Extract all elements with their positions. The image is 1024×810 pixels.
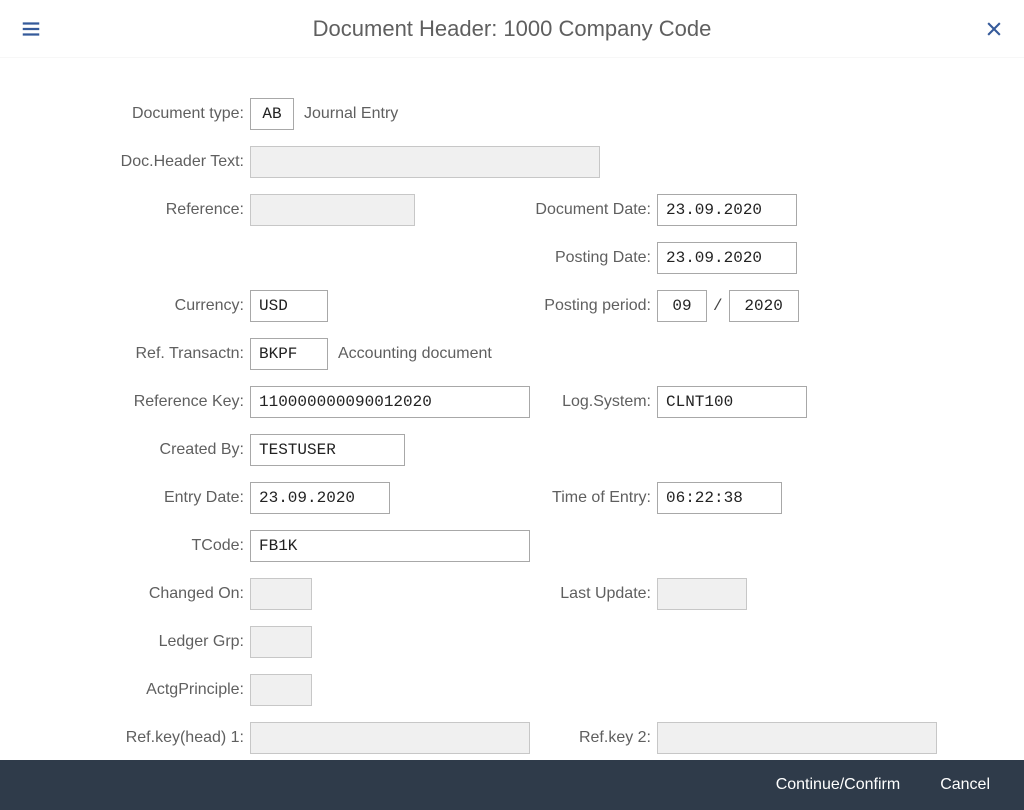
posting-period-year-field[interactable]: 2020 xyxy=(729,290,799,322)
entry-date-field[interactable]: 23.09.2020 xyxy=(250,482,390,514)
dialog-footer: Continue/Confirm Cancel xyxy=(0,760,1024,810)
doc-type-code-field[interactable]: AB xyxy=(250,98,294,130)
doc-header-text-field[interactable] xyxy=(250,146,600,178)
label-created-by: Created By: xyxy=(30,441,250,459)
dialog-title: Document Header: 1000 Company Code xyxy=(0,16,1024,42)
close-icon[interactable] xyxy=(984,19,1004,39)
label-document-date: Document Date: xyxy=(497,201,657,219)
label-doc-type: Document type: xyxy=(30,105,250,123)
ref-transactn-field[interactable]: BKPF xyxy=(250,338,328,370)
period-slash: / xyxy=(713,297,723,315)
ledger-grp-field[interactable] xyxy=(250,626,312,658)
label-tcode: TCode: xyxy=(30,537,250,555)
label-posting-date: Posting Date: xyxy=(497,249,657,267)
label-ref-transactn: Ref. Transactn: xyxy=(30,345,250,363)
label-entry-date: Entry Date: xyxy=(30,489,250,507)
posting-date-field[interactable]: 23.09.2020 xyxy=(657,242,797,274)
ref-key-head-1-field[interactable] xyxy=(250,722,530,754)
currency-field[interactable]: USD xyxy=(250,290,328,322)
dialog-header: Document Header: 1000 Company Code xyxy=(0,0,1024,58)
log-system-field[interactable]: CLNT100 xyxy=(657,386,807,418)
ref-key-2-field[interactable] xyxy=(657,722,937,754)
reference-field[interactable] xyxy=(250,194,415,226)
reference-key-field[interactable]: 110000000090012020 xyxy=(250,386,530,418)
label-doc-header-text: Doc.Header Text: xyxy=(30,153,250,171)
label-time-of-entry: Time of Entry: xyxy=(497,489,657,507)
label-last-update: Last Update: xyxy=(497,585,657,603)
label-log-system: Log.System: xyxy=(497,393,657,411)
label-reference: Reference: xyxy=(30,201,250,219)
form-body: Document type: AB Journal Entry Doc.Head… xyxy=(0,58,1024,760)
label-ref-key-2: Ref.key 2: xyxy=(497,729,657,747)
label-posting-period: Posting period: xyxy=(497,297,657,315)
label-ledger-grp: Ledger Grp: xyxy=(30,633,250,651)
doc-type-desc: Journal Entry xyxy=(304,105,398,123)
label-currency: Currency: xyxy=(30,297,250,315)
posting-period-month-field[interactable]: 09 xyxy=(657,290,707,322)
cancel-button[interactable]: Cancel xyxy=(934,775,996,795)
label-changed-on: Changed On: xyxy=(30,585,250,603)
label-reference-key: Reference Key: xyxy=(30,393,250,411)
changed-on-field[interactable] xyxy=(250,578,312,610)
time-of-entry-field[interactable]: 06:22:38 xyxy=(657,482,782,514)
continue-confirm-button[interactable]: Continue/Confirm xyxy=(770,775,907,795)
document-date-field[interactable]: 23.09.2020 xyxy=(657,194,797,226)
created-by-field[interactable]: TESTUSER xyxy=(250,434,405,466)
last-update-field[interactable] xyxy=(657,578,747,610)
menu-icon[interactable] xyxy=(20,18,42,40)
ref-transactn-desc: Accounting document xyxy=(338,345,492,363)
label-ref-key-head-1: Ref.key(head) 1: xyxy=(30,729,250,747)
actg-principle-field[interactable] xyxy=(250,674,312,706)
tcode-field[interactable]: FB1K xyxy=(250,530,530,562)
label-actg-principle: ActgPrinciple: xyxy=(30,681,250,699)
